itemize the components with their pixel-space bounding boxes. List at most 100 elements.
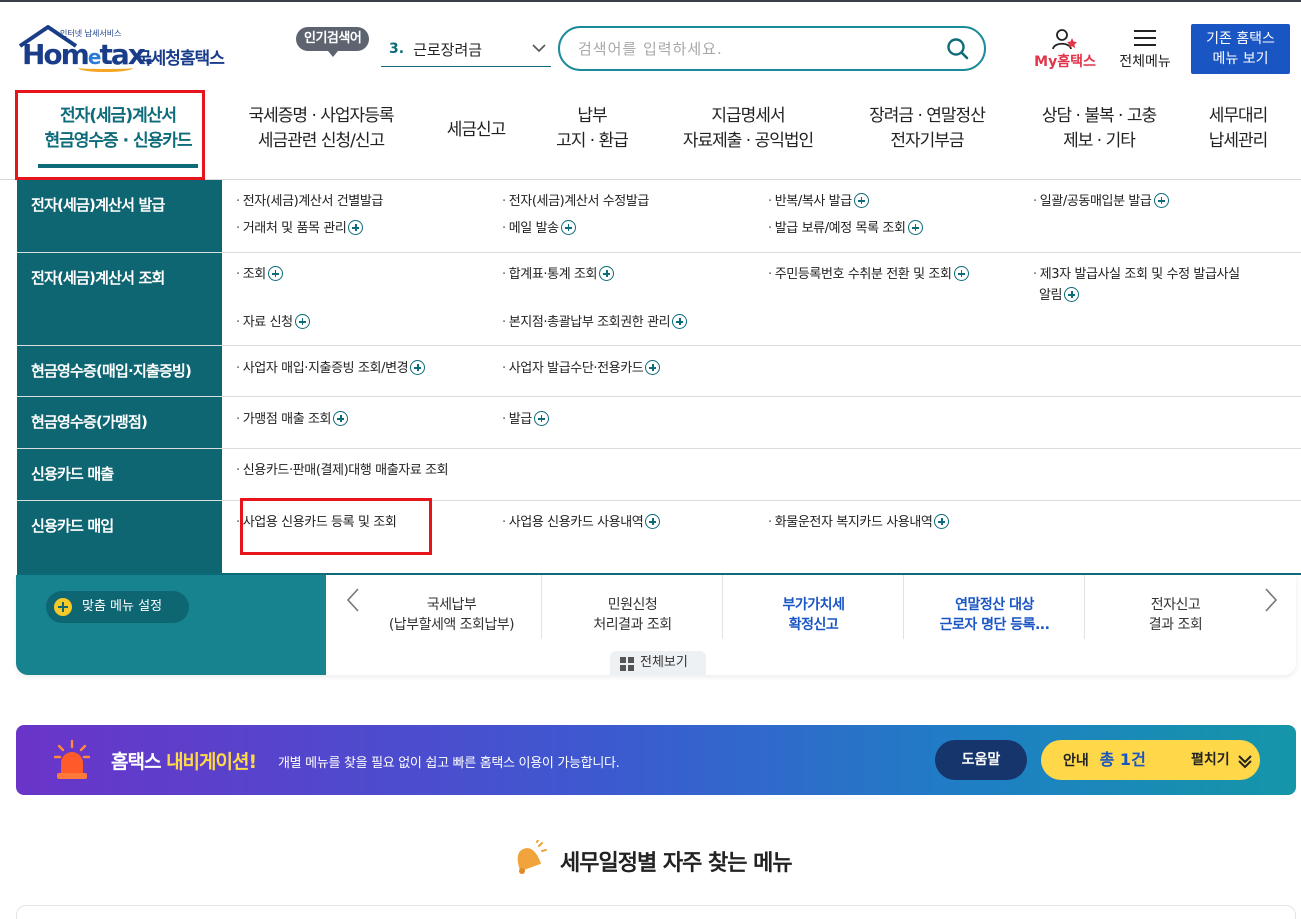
menu-category[interactable]: 신용카드 매출 [17, 449, 222, 500]
quick-item-line2: 결과 조회 [1148, 617, 1203, 633]
plus-circle-icon[interactable] [853, 193, 869, 208]
plus-circle-icon[interactable] [599, 266, 615, 281]
plus-circle-icon[interactable] [294, 314, 310, 329]
menu-category[interactable]: 신용카드 매입 [17, 501, 222, 573]
search-icon[interactable] [946, 37, 970, 61]
custom-menu-settings-button[interactable]: 맞춤 메뉴 설정 [46, 591, 189, 623]
plus-circle-icon[interactable] [934, 514, 950, 529]
menu-link[interactable]: · 발급 보류/예정 목록 조회 [768, 219, 923, 239]
menu-row: 현금영수증(가맹점) · 가맹점 매출 조회 · 발급 [17, 397, 1301, 449]
bell-icon [518, 840, 548, 874]
quick-menu-left-panel: 맞춤 메뉴 설정 [16, 575, 326, 675]
quick-item-e-filing-result[interactable]: 전자신고 결과 조회 [1085, 595, 1266, 639]
chevron-right-icon[interactable] [1260, 585, 1280, 615]
menu-link[interactable]: · 사업자 매입·지출증빙 조회/변경 [236, 359, 426, 379]
plus-circle-icon[interactable] [953, 266, 969, 281]
nav-payment[interactable]: 납부 고지 · 환급 [540, 104, 644, 154]
menu-link[interactable]: · 일괄/공동매입분 발급 [1033, 192, 1169, 212]
menu-link[interactable]: · 자료 신청 [236, 313, 310, 333]
nav-line1: 세무대리 [1208, 106, 1269, 126]
help-button[interactable]: 도움말 [935, 740, 1027, 780]
quick-item-tax-payment[interactable]: 국세납부 (납부할세액 조회납부) [361, 595, 542, 639]
plus-circle-icon[interactable] [1064, 287, 1080, 302]
logo-nts-text: 국세청홈택스 [136, 49, 225, 69]
menu-link[interactable]: · 주민등록번호 수취분 전환 및 조회 [768, 265, 969, 285]
hometax-logo[interactable]: 인터넷 납세서비스 Hometax. 국세청홈택스 [18, 22, 233, 78]
menu-link[interactable]: · 합계표·통계 조회 [502, 265, 615, 285]
quick-item-year-end-settlement[interactable]: 연말정산 대상 근로자 명단 등록... [904, 595, 1085, 639]
top-border [0, 0, 1301, 2]
menu-link[interactable]: · 발급 [502, 410, 549, 430]
popular-search-select[interactable]: 3. 근로장려금 [381, 32, 551, 67]
my-hometax-button[interactable]: My홈택스 [1028, 28, 1102, 72]
menu-link[interactable]: · 조회 [236, 265, 283, 285]
nav-line1: 국세증명 · 사업자등록 [248, 106, 395, 126]
menu-link[interactable]: · 가맹점 매출 조회 [236, 410, 349, 430]
plus-circle-icon[interactable] [560, 220, 576, 235]
menu-link[interactable]: · 제3자 발급사실 조회 및 수정 발급사실 [1033, 265, 1240, 285]
mega-menu-panel: 전자(세금)계산서 발급 · 전자(세금)계산서 건별발급 · 전자(세금)계산서 … [17, 180, 1301, 575]
nav-incentive[interactable]: 장려금 · 연말정산 전자기부금 [852, 104, 1002, 154]
custom-menu-label: 맞춤 메뉴 설정 [82, 599, 163, 614]
plus-circle-icon[interactable] [645, 360, 661, 375]
nav-consult[interactable]: 상담 · 불복 · 고충 제보 · 기타 [1028, 104, 1170, 154]
plus-circle-icon[interactable] [333, 411, 349, 426]
menu-link[interactable]: · 화물운전자 복지카드 사용내역 [768, 513, 950, 533]
menu-row: 전자(세금)계산서 조회 · 조회 · 합계표·통계 조회 · 주민등록번호 수취분 … [17, 253, 1301, 346]
plus-circle-icon[interactable] [907, 220, 923, 235]
navigation-banner: 홈택스 내비게이션! 개별 메뉴를 찾을 필요 없이 쉽고 빠른 홈택스 이용이… [16, 725, 1296, 795]
nav-e-invoice[interactable]: 전자(세금)계산서 현금영수증 · 신용카드 [38, 104, 198, 168]
quick-item-line2: (납부할세액 조회납부) [388, 617, 515, 633]
nav-payment-statement[interactable]: 지급명세서 자료제출 · 공익법인 [670, 104, 826, 154]
plus-circle-icon[interactable] [348, 220, 364, 235]
search-box[interactable] [558, 26, 986, 71]
menu-category[interactable]: 전자(세금)계산서 발급 [17, 180, 222, 252]
quick-item-line1: 국세납부 [426, 597, 477, 613]
menu-category[interactable]: 전자(세금)계산서 조회 [17, 253, 222, 345]
menu-link[interactable]: · 본지점·총괄납부 조회권한 관리 [502, 313, 688, 333]
old-button-line2: 메뉴 보기 [1212, 51, 1269, 67]
menu-link[interactable]: · 전자(세금)계산서 건별발급 [236, 192, 383, 212]
quick-item-line1: 연말정산 대상 [955, 597, 1034, 613]
my-hometax-label: My홈택스 [1034, 54, 1096, 70]
notice-expand-button[interactable]: 안내 총 1건 펼치기 [1041, 740, 1260, 780]
plus-circle-icon[interactable] [1153, 193, 1169, 208]
search-input[interactable] [578, 37, 918, 61]
menu-link[interactable]: · 메일 발송 [502, 219, 576, 239]
plus-circle-icon[interactable] [410, 360, 426, 375]
nav-line1: 납부 [577, 106, 607, 126]
nav-tax-filing[interactable]: 세금신고 [436, 118, 516, 143]
menu-row: 현금영수증(매입·지출증빙) · 사업자 매입·지출증빙 조회/변경 · 사업자 발… [17, 346, 1301, 397]
nav-line1: 상담 · 불복 · 고충 [1041, 106, 1157, 126]
quick-item-vat-return[interactable]: 부가가치세 확정신고 [723, 595, 904, 639]
menu-link-business-card-registration[interactable]: · 사업용 신용카드 등록 및 조회 [236, 513, 397, 533]
view-all-button[interactable]: 전체보기 [610, 651, 706, 675]
menu-link[interactable]: · 거래처 및 품목 관리 [236, 219, 364, 239]
menu-link[interactable]: · 신용카드·판매(결제)대행 매출자료 조회 [236, 461, 449, 481]
nav-line1: 지급명세서 [711, 106, 785, 126]
nav-line2: 고지 · 환급 [556, 131, 629, 151]
nav-tax-agent[interactable]: 세무대리 납세관리 [1198, 104, 1278, 154]
plus-circle-icon[interactable] [672, 314, 688, 329]
notice-label: 안내 [1063, 753, 1089, 769]
old-hometax-menu-button[interactable]: 기존 홈택스 메뉴 보기 [1191, 24, 1290, 74]
quick-item-line1: 민원신청 [607, 597, 658, 613]
user-star-icon [1052, 29, 1077, 50]
all-menu-button[interactable]: 전체메뉴 [1112, 28, 1178, 72]
menu-link[interactable]: · 전자(세금)계산서 수정발급 [502, 192, 649, 212]
plus-circle-icon[interactable] [267, 266, 283, 281]
quick-item-civil-petition[interactable]: 민원신청 처리결과 조회 [542, 595, 723, 639]
menu-link[interactable]: · 사업자 발급수단·전용카드 [502, 359, 661, 379]
menu-category[interactable]: 현금영수증(가맹점) [17, 397, 222, 448]
plus-circle-icon[interactable] [645, 514, 661, 529]
menu-category[interactable]: 현금영수증(매입·지출증빙) [17, 346, 222, 396]
plus-circle-icon[interactable] [533, 411, 549, 426]
double-chevron-down-icon [1238, 755, 1252, 769]
menu-link[interactable]: · 반복/복사 발급 [768, 192, 869, 212]
nav-tax-certificate[interactable]: 국세증명 · 사업자등록 세금관련 신청/신고 [232, 104, 410, 154]
menu-link-continued[interactable]: 알림 [1039, 286, 1080, 306]
quick-item-line2: 근로자 명단 등록... [939, 617, 1050, 633]
popular-term: 근로장려금 [413, 40, 483, 59]
menu-link[interactable]: · 사업용 신용카드 사용내역 [502, 513, 661, 533]
all-menu-label: 전체메뉴 [1119, 54, 1171, 70]
